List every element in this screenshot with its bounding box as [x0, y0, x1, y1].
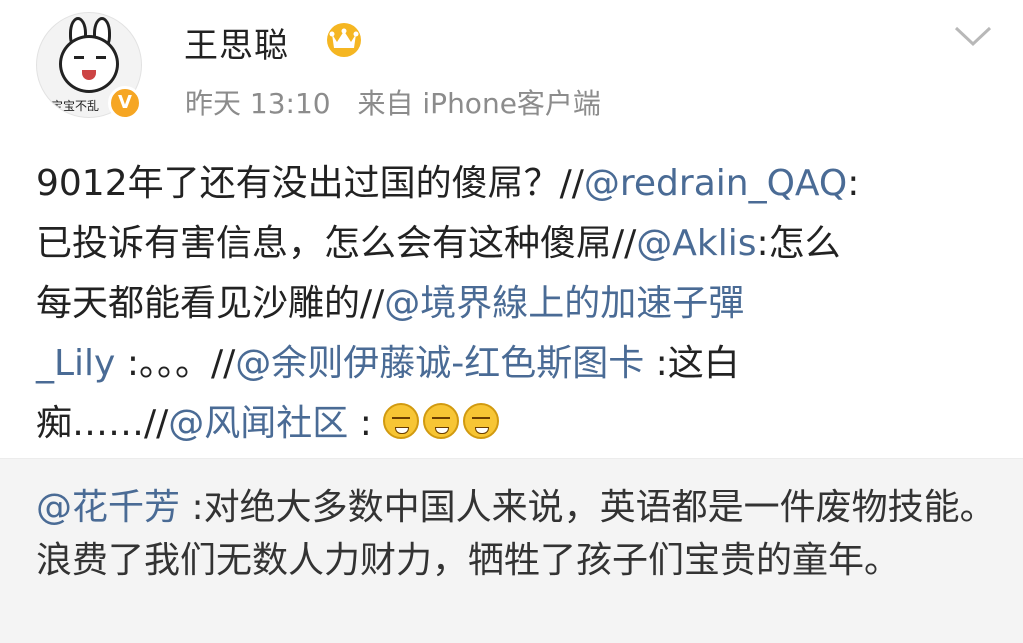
post-line-4: _Lily :。。。//@余则伊藤诚-红色斯图卡 :这白 [36, 334, 996, 394]
username[interactable]: 王思聪 [184, 18, 289, 67]
avatar-caption: 宝宝不乱 [51, 99, 100, 113]
sleepy-face-icon [383, 403, 420, 439]
sleepy-face-icon [463, 403, 500, 439]
post-text-segment: : [847, 163, 860, 204]
post-meta: 昨天 13:10 来自 iPhone客户端 [185, 82, 619, 122]
chevron-down-icon[interactable] [950, 22, 996, 52]
post-text: 9012年了还有没出过国的傻屌？//@redrain_QAQ: 已投诉有害信息，… [36, 154, 996, 454]
repost-text: @花千芳 :对绝大多数中国人来说，英语都是一件废物技能。浪费了我们无数人力财力，… [36, 481, 996, 587]
mention-link[interactable]: @花千芳 [36, 487, 180, 528]
mention-link[interactable]: @风闻社区 [168, 403, 348, 444]
mention-link[interactable]: @redrain_QAQ [584, 163, 847, 204]
post-text-segment: 每天都能看见沙雕的// [36, 283, 385, 324]
post-text-segment: 痴……// [36, 403, 169, 444]
post-line-2: 已投诉有害信息，怎么会有这种傻屌//@Aklis:怎么 [36, 214, 996, 274]
post-text-segment: : [348, 403, 384, 444]
reposted-content[interactable]: @花千芳 :对绝大多数中国人来说，英语都是一件废物技能。浪费了我们无数人力财力，… [0, 459, 1023, 643]
verified-badge: V [108, 86, 142, 120]
mention-link[interactable]: @Aklis [636, 223, 756, 264]
post-line-3: 每天都能看见沙雕的//@境界線上的加速子彈 [36, 274, 996, 334]
avatar-face [59, 35, 119, 93]
avatar-eye-right [96, 56, 106, 59]
crown-icon [327, 23, 361, 57]
post-text-segment: 已投诉有害信息，怎么会有这种傻屌// [36, 223, 637, 264]
post-time: 昨天 13:10 [185, 87, 331, 120]
avatar-mouth [82, 70, 96, 80]
repost-body: :对绝大多数中国人来说，英语都是一件废物技能。浪费了我们无数人力财力，牺牲了孩子… [36, 487, 996, 581]
post-line-1: 9012年了还有没出过国的傻屌？//@redrain_QAQ: [36, 154, 996, 214]
post-text-segment: :怎么 [756, 223, 841, 264]
mention-link[interactable]: @境界線上的加速子彈 [384, 283, 744, 324]
post-source: 来自 iPhone客户端 [357, 87, 601, 120]
mention-link[interactable]: @余则伊藤诚-红色斯图卡 [235, 343, 644, 384]
sleepy-face-icon [423, 403, 460, 439]
post-line-5: 痴……//@风闻社区 : [36, 394, 996, 454]
post-text-segment: :这白 [644, 343, 740, 384]
avatar-eye-left [74, 56, 84, 59]
mention-link[interactable]: _Lily [36, 343, 115, 384]
weibo-post: 宝宝不乱 V 王思聪 昨天 13:10 来自 iPhone客户端 9012年了还… [0, 0, 1023, 458]
post-text-segment: :。。。// [115, 343, 236, 384]
post-text-segment: 9012年了还有没出过国的傻屌？// [36, 163, 584, 204]
